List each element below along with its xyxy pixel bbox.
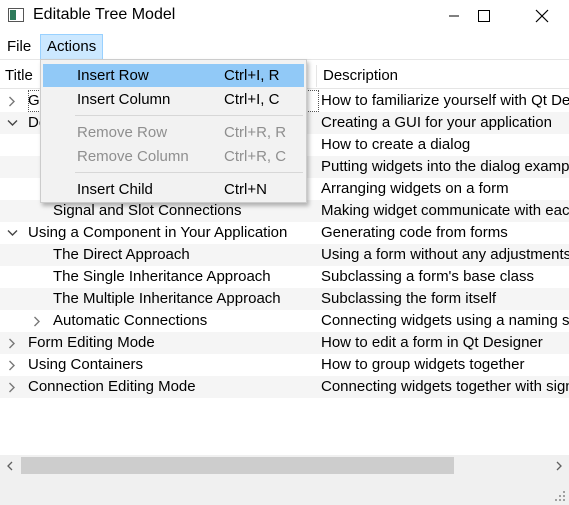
tree-row-description: How to edit a form in Qt Designer bbox=[321, 334, 543, 351]
horizontal-scrollbar[interactable] bbox=[0, 455, 569, 476]
tree-row-description: Putting widgets into the dialog example bbox=[321, 158, 569, 175]
window-title: Editable Tree Model bbox=[33, 6, 176, 23]
menu-item-label: Insert Child bbox=[77, 181, 153, 198]
tree-row-description: Connecting widgets using a naming scheme bbox=[321, 312, 569, 329]
tree-row-description: Subclassing the form itself bbox=[321, 290, 497, 307]
menu-actions[interactable]: Actions bbox=[40, 34, 104, 60]
menu-remove-column[interactable]: Remove Column Ctrl+R, C bbox=[43, 145, 304, 168]
size-grip-icon[interactable] bbox=[554, 490, 566, 502]
tree-row-description: Using a form without any adjustments bbox=[321, 246, 569, 263]
header-description-column[interactable]: Description bbox=[323, 61, 398, 89]
actions-menu: Insert Row Ctrl+I, R Insert Column Ctrl+… bbox=[40, 59, 307, 203]
scroll-right-icon bbox=[556, 461, 562, 470]
header-title-column[interactable]: Title bbox=[5, 61, 33, 89]
menu-insert-column[interactable]: Insert Column Ctrl+I, C bbox=[43, 88, 304, 111]
chevron-down-icon[interactable] bbox=[6, 112, 18, 134]
menu-remove-row[interactable]: Remove Row Ctrl+R, R bbox=[43, 121, 304, 144]
tree-row[interactable]: Signal and Slot Connections Making widget… bbox=[0, 200, 569, 222]
tree-row[interactable]: Automatic Connections Connecting widgets … bbox=[0, 310, 569, 332]
scroll-right-button[interactable] bbox=[549, 455, 569, 476]
menu-file[interactable]: File bbox=[1, 34, 37, 60]
chevron-right-icon[interactable] bbox=[31, 310, 43, 332]
chevron-down-icon[interactable] bbox=[6, 222, 18, 244]
tree-row-description: How to familiarize yourself with Qt Desi… bbox=[321, 92, 569, 109]
tree-row[interactable]: The Multiple Inheritance Approach Subclas… bbox=[0, 288, 569, 310]
tree-row-description: Subclassing a form's base class bbox=[321, 268, 534, 285]
menu-separator bbox=[75, 115, 303, 116]
menu-item-label: Insert Column bbox=[77, 91, 171, 108]
title-bar: Editable Tree Model bbox=[0, 0, 569, 32]
chevron-right-icon[interactable] bbox=[6, 332, 18, 354]
menu-separator bbox=[75, 172, 303, 173]
tree-row-description: Creating a GUI for your application bbox=[321, 114, 552, 131]
tree-row-title: Connection Editing Mode bbox=[28, 378, 196, 395]
window-app-icon bbox=[8, 8, 24, 22]
scroll-left-icon bbox=[7, 461, 13, 470]
chevron-right-icon[interactable] bbox=[6, 90, 18, 112]
tree-row-description: Generating code from forms bbox=[321, 224, 508, 241]
maximize-button[interactable] bbox=[461, 0, 507, 32]
minimize-icon bbox=[449, 15, 459, 17]
tree-row-title: Using a Component in Your Application bbox=[28, 224, 288, 241]
tree-row[interactable]: The Single Inheritance Approach Subclassi… bbox=[0, 266, 569, 288]
tree-row[interactable]: The Direct Approach Using a form without … bbox=[0, 244, 569, 266]
tree-row-title: The Multiple Inheritance Approach bbox=[53, 290, 281, 307]
close-button[interactable] bbox=[519, 0, 565, 32]
tree-row-title: Using Containers bbox=[28, 356, 144, 373]
tree-row[interactable]: Connection Editing Mode Connecting widget… bbox=[0, 376, 569, 398]
status-bar bbox=[0, 476, 569, 505]
menu-item-shortcut: Ctrl+R, C bbox=[224, 148, 287, 165]
tree-row[interactable]: Form Editing Mode How to edit a form in Q… bbox=[0, 332, 569, 354]
header-column-separator[interactable] bbox=[316, 65, 317, 87]
tree-row-title: The Direct Approach bbox=[53, 246, 190, 263]
menu-bar: File Actions bbox=[0, 32, 569, 60]
tree-row-description: Arranging widgets on a form bbox=[321, 180, 509, 197]
tree-row[interactable]: Using a Component in Your Application Gen… bbox=[0, 222, 569, 244]
chevron-right-icon[interactable] bbox=[6, 354, 18, 376]
menu-insert-child[interactable]: Insert Child Ctrl+N bbox=[43, 178, 304, 201]
close-icon bbox=[535, 9, 549, 23]
tree-row-description: Connecting widgets together with signals… bbox=[321, 378, 569, 395]
menu-item-label: Remove Column bbox=[77, 148, 189, 165]
tree-row-title: Automatic Connections bbox=[53, 312, 208, 329]
menu-item-label: Remove Row bbox=[77, 124, 168, 141]
menu-item-shortcut: Ctrl+I, C bbox=[224, 91, 280, 108]
menu-item-label: Insert Row bbox=[77, 67, 149, 84]
tree-row-title: Signal and Slot Connections bbox=[53, 202, 242, 219]
menu-item-shortcut: Ctrl+R, R bbox=[224, 124, 287, 141]
tree-row[interactable]: Using Containers How to group widgets tog… bbox=[0, 354, 569, 376]
menu-item-shortcut: Ctrl+N bbox=[224, 181, 267, 198]
tree-row-title: Form Editing Mode bbox=[28, 334, 155, 351]
menu-insert-row[interactable]: Insert Row Ctrl+I, R bbox=[43, 64, 304, 87]
menu-item-shortcut: Ctrl+I, R bbox=[224, 67, 280, 84]
tree-row-description: How to group widgets together bbox=[321, 356, 525, 373]
scrollbar-thumb[interactable] bbox=[21, 457, 454, 474]
maximize-icon bbox=[478, 10, 490, 22]
tree-row-description: How to create a dialog bbox=[321, 136, 471, 153]
chevron-right-icon[interactable] bbox=[6, 376, 18, 398]
tree-row-description: Making widget communicate with each othe… bbox=[321, 202, 569, 219]
tree-row-title: The Single Inheritance Approach bbox=[53, 268, 271, 285]
scroll-left-button[interactable] bbox=[0, 455, 20, 476]
